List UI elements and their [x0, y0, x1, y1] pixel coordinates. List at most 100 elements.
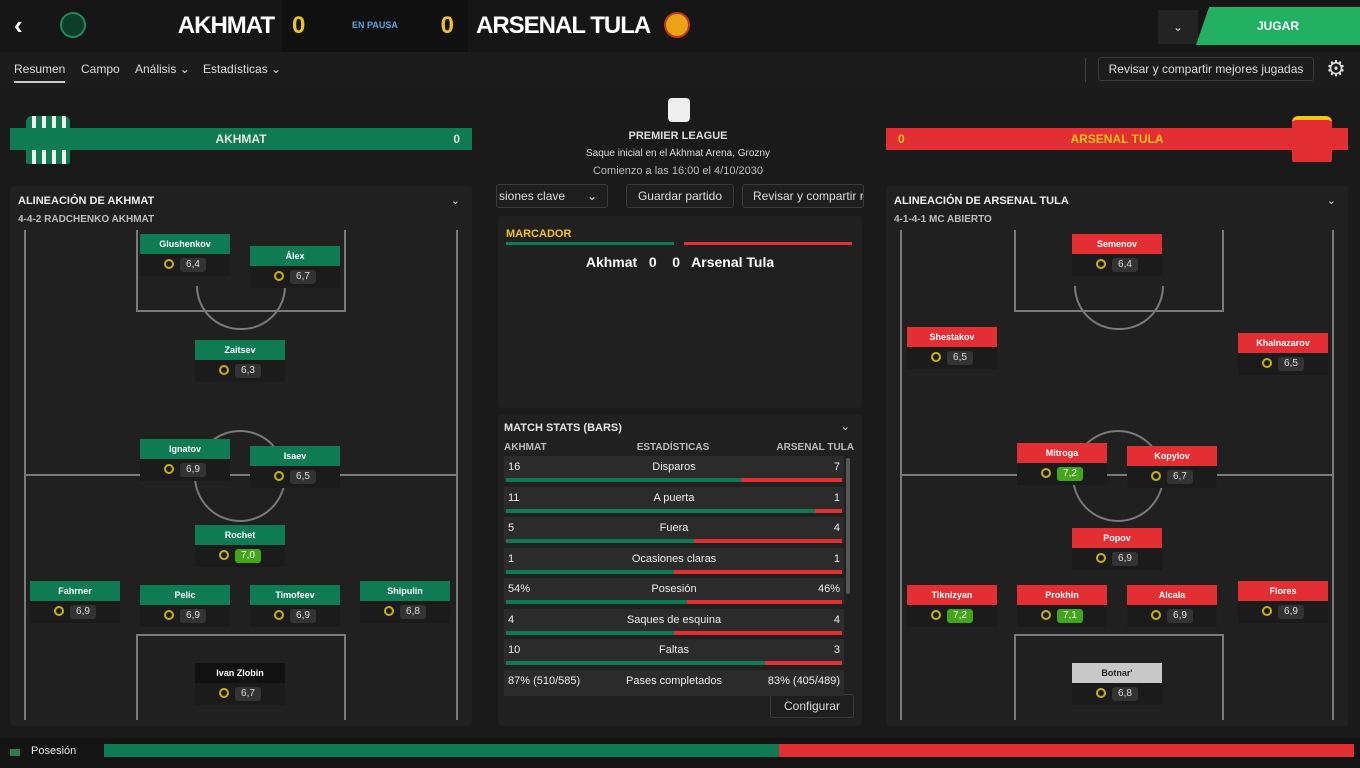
share-highlights-button[interactable]: Revisar y compartir mejores jugadas — [1098, 57, 1314, 81]
form-ring-icon — [1262, 606, 1273, 617]
home-banner: AKHMAT 0 — [10, 128, 472, 150]
form-ring-icon — [1151, 471, 1162, 482]
rating-badge: 6,3 — [235, 364, 261, 378]
chevron-down-icon[interactable]: ⌄ — [451, 194, 460, 207]
form-ring-icon — [274, 610, 285, 621]
player-rating: 6,8 — [1072, 683, 1162, 705]
home-player-card[interactable]: Glushenkov 6,4 — [140, 234, 230, 276]
player-name: Timofeev — [250, 585, 340, 605]
away-color-strip — [684, 242, 852, 245]
player-rating: 6,5 — [1238, 353, 1328, 375]
home-player-card[interactable]: Shipulin 6,8 — [360, 581, 450, 623]
chevron-down-icon[interactable]: ⌄ — [1327, 194, 1336, 207]
stat-bar-home — [506, 539, 694, 543]
rating-badge: 6,4 — [180, 258, 206, 272]
player-rating: 6,9 — [30, 601, 120, 623]
player-name: Isaev — [250, 446, 340, 466]
player-name: Shestakov — [907, 327, 997, 347]
home-player-card[interactable]: Isaev 6,5 — [250, 446, 340, 488]
home-player-card[interactable]: Ivan Zlobin 6,7 — [195, 663, 285, 705]
home-banner-name: AKHMAT — [215, 132, 267, 146]
away-player-card[interactable]: Shestakov 6,5 — [907, 327, 997, 369]
form-ring-icon — [1262, 358, 1273, 369]
rating-badge: 6,7 — [290, 270, 316, 284]
rating-badge: 6,9 — [180, 463, 206, 477]
home-player-card[interactable]: Zaitsev 6,3 — [195, 340, 285, 382]
player-rating: 6,9 — [1127, 605, 1217, 627]
home-player-card[interactable]: Pelic 6,9 — [140, 585, 230, 627]
stats-scrollbar[interactable] — [846, 458, 850, 594]
stat-row: 10 Faltas 3 — [504, 639, 844, 665]
rating-badge: 6,9 — [1112, 552, 1138, 566]
home-player-card[interactable]: Fahrner 6,9 — [30, 581, 120, 623]
player-rating: 7,0 — [195, 545, 285, 567]
form-ring-icon — [274, 471, 285, 482]
away-player-card[interactable]: Mitroga 7,2 — [1017, 443, 1107, 485]
home-player-card[interactable]: Álex 6,7 — [250, 246, 340, 288]
home-player-card[interactable]: Ignatov 6,9 — [140, 439, 230, 481]
away-player-card[interactable]: Flores 6,9 — [1238, 581, 1328, 623]
away-banner-name: ARSENAL TULA — [1070, 132, 1164, 146]
home-player-card[interactable]: Rochet 7,0 — [195, 525, 285, 567]
back-arrow-icon[interactable]: ‹ — [14, 12, 40, 38]
save-match-button[interactable]: Guardar partido — [626, 184, 734, 208]
top-bar: ‹ AKHMAT 0 EN PAUSA 0 ARSENAL TULA ⌄ JUG… — [0, 0, 1360, 52]
home-player-card[interactable]: Timofeev 6,9 — [250, 585, 340, 627]
scoreboard-header: 0 EN PAUSA 0 — [282, 0, 468, 52]
tab-estadisticas[interactable]: Estadísticas ⌄ — [203, 62, 281, 76]
form-ring-icon — [384, 606, 395, 617]
player-name: Pelic — [140, 585, 230, 605]
gear-icon[interactable]: ⚙ — [1322, 56, 1350, 82]
stat-away: 7 — [833, 461, 840, 473]
player-rating: 6,9 — [1238, 601, 1328, 623]
player-name: Glushenkov — [140, 234, 230, 254]
share-button[interactable]: Revisar y compartir r — [742, 184, 864, 208]
home-team-name: AKHMAT — [177, 12, 275, 39]
away-banner: 0 ARSENAL TULA — [886, 128, 1348, 150]
stat-label: A puerta — [653, 491, 695, 504]
player-name: Prokhin — [1017, 585, 1107, 605]
stat-row: 54% Posesión 46% — [504, 578, 844, 604]
rating-badge: 6,9 — [290, 609, 316, 623]
form-ring-icon — [274, 271, 285, 282]
away-player-card[interactable]: Kopylov 6,7 — [1127, 446, 1217, 488]
stat-label: Saques de esquina — [626, 613, 722, 626]
stat-row: 11 A puerta 1 — [504, 486, 844, 513]
kickoff-time: Comienzo a las 16:00 el 4/10/2030 — [592, 165, 763, 177]
home-banner-score: 0 — [453, 132, 460, 146]
player-name: Kopylov — [1127, 446, 1217, 466]
rating-badge: 6,8 — [400, 605, 426, 619]
stat-bar-away — [741, 478, 842, 482]
form-ring-icon — [931, 352, 942, 363]
away-player-card[interactable]: Popov 6,9 — [1072, 528, 1162, 570]
configure-button[interactable]: Configurar — [770, 694, 854, 718]
player-rating: 6,5 — [907, 347, 997, 369]
away-player-card[interactable]: Prokhin 7,1 — [1017, 585, 1107, 627]
player-rating: 6,9 — [250, 605, 340, 627]
key-moments-dropdown[interactable]: siones clave ⌄ — [496, 184, 608, 208]
tab-analisis[interactable]: Análisis ⌄ — [135, 62, 190, 76]
stats-col-away: ARSENAL TULA — [776, 442, 854, 453]
player-name: Flores — [1238, 581, 1328, 601]
scoreboard-score: Akhmat 0 0 Arsenal Tula — [585, 254, 775, 270]
form-ring-icon — [1096, 553, 1107, 564]
tab-campo[interactable]: Campo — [81, 62, 120, 76]
away-player-card[interactable]: Semenov 6,4 — [1072, 234, 1162, 276]
rating-badge: 6,9 — [180, 609, 206, 623]
rating-badge: 6,9 — [1167, 609, 1193, 623]
form-ring-icon — [164, 259, 175, 270]
away-player-card[interactable]: Tiknizyan 7,2 — [907, 585, 997, 627]
chevron-down-icon[interactable]: ⌄ — [841, 420, 850, 433]
player-rating: 6,9 — [1072, 548, 1162, 570]
chevron-down-icon[interactable]: ⌄ — [1158, 10, 1198, 44]
stat-away: 1 — [833, 491, 840, 504]
stat-label: Posesión — [651, 583, 697, 595]
away-player-card[interactable]: Alcala 6,9 — [1127, 585, 1217, 627]
rating-badge: 7,2 — [1057, 467, 1083, 481]
away-player-card[interactable]: Botnar' 6,8 — [1072, 663, 1162, 705]
play-button[interactable]: JUGAR — [1196, 7, 1360, 45]
stat-bar-home — [506, 630, 674, 635]
tab-resumen[interactable]: Resumen — [14, 62, 66, 83]
player-rating: 6,7 — [195, 683, 285, 705]
away-player-card[interactable]: Khalnazarov 6,5 — [1238, 333, 1328, 375]
